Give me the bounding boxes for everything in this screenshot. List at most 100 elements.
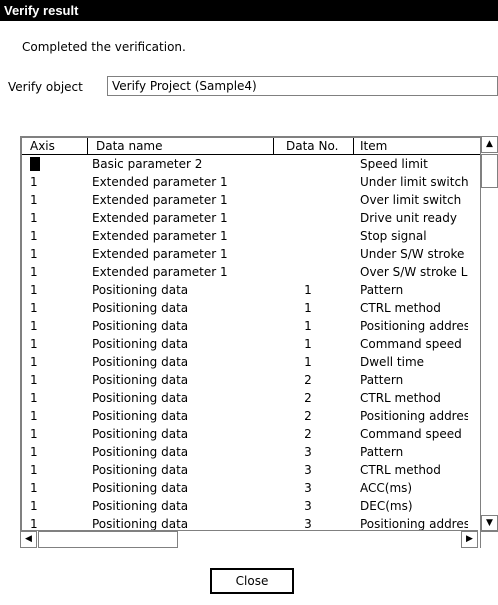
- cell-data-no: 2: [304, 409, 312, 423]
- cell-data-name: Extended parameter 1: [92, 265, 228, 279]
- cell-data-name: Positioning data: [92, 301, 189, 315]
- cell-data-no: [274, 263, 354, 281]
- table-row[interactable]: 1 Positioning data 2 CTRL method: [22, 389, 498, 407]
- verify-result-table[interactable]: Axis Data name Data No. Item 1 Basic para…: [20, 136, 498, 548]
- cell-data-name: Extended parameter 1: [92, 211, 228, 225]
- cell-item: Positioning address: [360, 409, 468, 423]
- cell-item: CTRL method: [360, 391, 441, 405]
- cell-item: Command speed: [360, 427, 462, 441]
- cell-axis: 1: [30, 193, 38, 207]
- cell-data-name: Extended parameter 1: [92, 193, 228, 207]
- cell-data-name: Positioning data: [92, 373, 189, 387]
- table-row[interactable]: 1 Positioning data 2 Positioning address: [22, 407, 498, 425]
- table-row[interactable]: 1 Positioning data 3 DEC(ms): [22, 497, 498, 515]
- cell-data-no: 3: [304, 499, 312, 513]
- cell-axis: 1: [30, 337, 38, 351]
- table-row[interactable]: 1 Extended parameter 1 Over limit switch: [22, 191, 498, 209]
- cell-item: Speed limit: [360, 157, 428, 171]
- cell-data-no: 2: [304, 427, 312, 441]
- vertical-scroll-thumb[interactable]: [481, 154, 498, 188]
- table-row[interactable]: 1 Positioning data 1 Command speed: [22, 335, 498, 353]
- cell-item: CTRL method: [360, 463, 441, 477]
- cell-data-no: 1: [304, 301, 312, 315]
- table-row[interactable]: 1 Extended parameter 1 Under limit switch: [22, 173, 498, 191]
- cell-item: Stop signal: [360, 229, 427, 243]
- cell-data-no: 1: [304, 319, 312, 333]
- selected-cell-marker: 1: [30, 156, 40, 173]
- cell-data-name: Basic parameter 2: [92, 157, 203, 171]
- cell-data-name: Positioning data: [92, 319, 189, 333]
- table-row[interactable]: 1 Basic parameter 2 Speed limit: [22, 155, 498, 173]
- cell-data-name: Extended parameter 1: [92, 175, 228, 189]
- table-row[interactable]: 1 Extended parameter 1 Stop signal: [22, 227, 498, 245]
- column-header-data-no[interactable]: Data No.: [274, 138, 354, 154]
- cell-data-no: 1: [304, 283, 312, 297]
- table-row[interactable]: 1 Positioning data 1 Positioning address: [22, 317, 498, 335]
- cell-item: CTRL method: [360, 301, 441, 315]
- cell-axis: 1: [30, 211, 38, 225]
- cell-axis: 1: [30, 391, 38, 405]
- cell-axis: 1: [30, 175, 38, 189]
- cell-item: Over limit switch: [360, 193, 462, 207]
- cell-item: Over S/W stroke L: [360, 265, 468, 279]
- horizontal-scrollbar[interactable]: ◀ ▶: [20, 530, 478, 548]
- close-button[interactable]: Close: [210, 568, 294, 594]
- cell-item: ACC(ms): [360, 481, 413, 495]
- cell-axis: 1: [30, 499, 38, 513]
- column-header-item[interactable]: Item: [354, 138, 468, 154]
- cell-axis: 1: [30, 427, 38, 441]
- cell-item: DEC(ms): [360, 499, 413, 513]
- cell-axis: 1: [30, 229, 38, 243]
- cell-item: Pattern: [360, 373, 404, 387]
- status-message: Completed the verification.: [22, 40, 186, 54]
- table-row[interactable]: 1 Positioning data 1 Dwell time: [22, 353, 498, 371]
- cell-data-no: 2: [304, 391, 312, 405]
- cell-axis: 1: [30, 445, 38, 459]
- table-header: Axis Data name Data No. Item: [22, 138, 498, 155]
- table-rows: 1 Basic parameter 2 Speed limit 1 Extended p…: [22, 155, 498, 548]
- table-row[interactable]: 1 Extended parameter 1 Drive unit ready: [22, 209, 498, 227]
- vertical-scrollbar[interactable]: ▲ ▼: [480, 136, 498, 532]
- verify-object-field: Verify Project (Sample4): [107, 76, 498, 96]
- cell-data-name: Positioning data: [92, 391, 189, 405]
- cell-data-no: [274, 191, 354, 209]
- cell-axis: 1: [30, 283, 38, 297]
- table-row[interactable]: 1 Positioning data 1 CTRL method: [22, 299, 498, 317]
- cell-data-no: [274, 227, 354, 245]
- cell-data-name: Extended parameter 1: [92, 229, 228, 243]
- table-row[interactable]: 1 Extended parameter 1 Over S/W stroke L: [22, 263, 498, 281]
- cell-item: Pattern: [360, 445, 404, 459]
- cell-item: Drive unit ready: [360, 211, 457, 225]
- column-header-data-name[interactable]: Data name: [88, 138, 274, 154]
- scroll-up-arrow-icon[interactable]: ▲: [481, 136, 498, 153]
- table-row[interactable]: 1 Positioning data 2 Pattern: [22, 371, 498, 389]
- horizontal-scroll-thumb[interactable]: [38, 531, 178, 548]
- cell-axis: 1: [30, 319, 38, 333]
- scroll-left-arrow-icon[interactable]: ◀: [20, 531, 37, 548]
- table-row[interactable]: 1 Extended parameter 1 Under S/W stroke: [22, 245, 498, 263]
- cell-item: Command speed: [360, 337, 462, 351]
- table-row[interactable]: 1 Positioning data 3 Pattern: [22, 443, 498, 461]
- cell-data-no: [274, 209, 354, 227]
- cell-item: Under limit switch: [360, 175, 468, 189]
- cell-axis: 1: [30, 409, 38, 423]
- cell-data-name: Positioning data: [92, 355, 189, 369]
- cell-axis: 1: [30, 373, 38, 387]
- cell-data-name: Positioning data: [92, 499, 189, 513]
- cell-axis: 1: [30, 301, 38, 315]
- cell-data-name: Positioning data: [92, 283, 189, 297]
- scroll-right-arrow-icon[interactable]: ▶: [461, 531, 478, 548]
- table-row[interactable]: 1 Positioning data 1 Pattern: [22, 281, 498, 299]
- cell-axis: 1: [30, 481, 38, 495]
- cell-data-no: [274, 245, 354, 263]
- table-row[interactable]: 1 Positioning data 3 ACC(ms): [22, 479, 498, 497]
- cell-data-name: Positioning data: [92, 427, 189, 441]
- table-row[interactable]: 1 Positioning data 3 CTRL method: [22, 461, 498, 479]
- cell-axis: 1: [22, 155, 88, 173]
- column-header-axis[interactable]: Axis: [22, 138, 88, 154]
- cell-data-no: 1: [304, 355, 312, 369]
- verify-object-label: Verify object: [8, 80, 83, 94]
- cell-item: Under S/W stroke: [360, 247, 465, 261]
- table-row[interactable]: 1 Positioning data 2 Command speed: [22, 425, 498, 443]
- cell-axis: 1: [30, 355, 38, 369]
